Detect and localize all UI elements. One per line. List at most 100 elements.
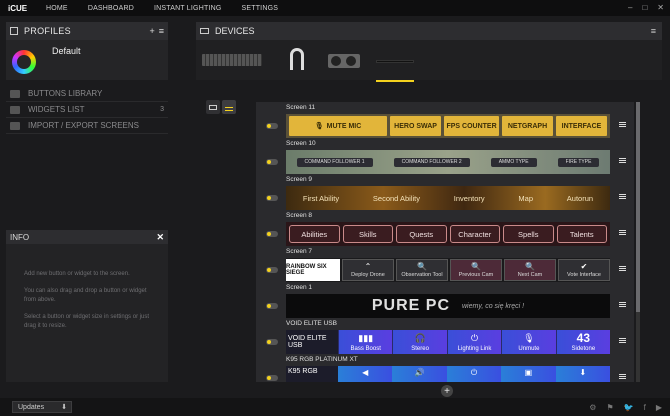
close-icon[interactable]: ✕ — [657, 3, 664, 12]
device-nexus[interactable] — [376, 46, 416, 82]
touch-button[interactable]: Map — [518, 194, 533, 203]
screen-label: Screen 8 — [286, 212, 313, 219]
screen-menu-icon[interactable] — [619, 122, 626, 123]
add-screen-button[interactable]: + — [441, 385, 453, 397]
grid-view-toggle[interactable] — [206, 100, 220, 114]
screen-menu-icon[interactable] — [619, 194, 626, 195]
devices-menu-icon[interactable]: ≡ — [651, 26, 656, 36]
screen-toggle[interactable] — [266, 375, 278, 381]
touch-button[interactable]: HERO SWAP — [390, 116, 442, 136]
volume-down-icon: ◀ — [362, 368, 369, 377]
screen-preview: COMMAND FOLLOWER 1 COMMAND FOLLOWER 2 AM… — [286, 150, 610, 174]
touch-button[interactable]: ▣ — [501, 366, 556, 382]
touch-button[interactable]: 🔊 — [392, 366, 447, 382]
touch-button[interactable]: Abilities — [289, 225, 340, 243]
forum-icon[interactable]: ⚑ — [606, 403, 613, 412]
screen-toggle[interactable] — [266, 303, 278, 309]
touch-button[interactable]: First Ability — [303, 194, 339, 203]
facebook-icon[interactable]: f — [644, 403, 646, 412]
touch-button[interactable]: 🔍 Observation Tool — [396, 259, 448, 281]
touch-button[interactable]: ◀ — [338, 366, 393, 382]
add-profile-icon[interactable]: + — [149, 26, 154, 36]
touch-button[interactable]: INTERFACE — [556, 116, 607, 136]
touch-button[interactable]: FIRE TYPE — [557, 157, 600, 167]
screen-row[interactable]: VOID ELITE USB VOID ELITE USB ▮▮▮ Bass Bo… — [256, 318, 634, 354]
touch-button[interactable]: COMMAND FOLLOWER 1 — [296, 157, 373, 167]
touch-button[interactable]: Character — [449, 225, 500, 243]
touch-button[interactable]: ▮▮▮ Bass Boost — [338, 330, 393, 354]
nav-home[interactable]: HOME — [46, 5, 68, 12]
touch-button[interactable]: ✔ Vote Interface — [558, 259, 610, 281]
screen-menu-icon[interactable] — [619, 338, 626, 339]
profiles-menu-icon[interactable]: ≡ — [159, 26, 164, 36]
touch-button[interactable]: Skills — [342, 225, 393, 243]
youtube-icon[interactable]: ▶ — [656, 403, 662, 412]
touch-button[interactable]: Second Ability — [373, 194, 420, 203]
touch-button[interactable]: 🔍 Previous Cam — [450, 259, 502, 281]
screen-toggle[interactable] — [266, 231, 278, 237]
touch-button[interactable]: 43 Sidetone — [555, 330, 611, 354]
scrollbar-thumb[interactable] — [636, 102, 640, 312]
device-keyboard[interactable] — [202, 46, 264, 74]
screen-menu-icon[interactable] — [619, 230, 626, 231]
touch-button[interactable]: AMMO TYPE — [490, 157, 537, 167]
screen-toggle[interactable] — [266, 123, 278, 129]
widgets-count: 3 — [160, 106, 164, 113]
screen-row[interactable]: Screen 7 RAINBOW SIX SIEGE ⌃ Deploy Drone… — [256, 246, 634, 282]
microphone-icon: 🎙 — [314, 123, 324, 130]
screen-toggle[interactable] — [266, 195, 278, 201]
screen-toggle[interactable] — [266, 267, 278, 273]
touch-button[interactable]: COMMAND FOLLOWER 2 — [393, 157, 470, 167]
screen-menu-icon[interactable] — [619, 302, 626, 303]
screen-label: Screen 1 — [286, 284, 313, 291]
import-export-screens[interactable]: IMPORT / EXPORT SCREENS — [6, 118, 168, 134]
widgets-list[interactable]: WIDGETS LIST 3 — [6, 102, 168, 118]
screen-menu-icon[interactable] — [619, 374, 626, 375]
nav-instant-lighting[interactable]: INSTANT LIGHTING — [154, 5, 222, 12]
touch-button[interactable]: Spells — [503, 225, 554, 243]
profile-item-default[interactable]: Default — [6, 40, 168, 80]
screen-row[interactable]: K95 RGB PLATINUM XT K95 RGB ◀ 🔊 ⏻ ▣ ⬇ — [256, 354, 634, 382]
screens-scrollbar[interactable] — [636, 102, 640, 382]
screen-toggle[interactable] — [266, 159, 278, 165]
touch-button[interactable]: ⌃ Deploy Drone — [342, 259, 394, 281]
touch-button[interactable]: ⬇ — [555, 366, 611, 382]
maximize-icon[interactable]: □ — [642, 3, 647, 12]
nav-dashboard[interactable]: DASHBOARD — [88, 5, 134, 12]
updates-label: Updates — [18, 403, 45, 411]
updates-button[interactable]: Updates ⬇ — [12, 401, 72, 413]
touch-button[interactable]: 🔍 Next Cam — [504, 259, 556, 281]
view-toggles — [206, 100, 236, 114]
touch-button[interactable]: 🎙 MUTE MIC — [289, 116, 388, 136]
screen-row[interactable]: Screen 10 COMMAND FOLLOWER 1 COMMAND FOL… — [256, 138, 634, 174]
info-close-icon[interactable]: ✕ — [156, 232, 164, 243]
screen-row[interactable]: Screen 9 First Ability Second Ability In… — [256, 174, 634, 210]
touch-button[interactable]: NETGRAPH — [502, 116, 553, 136]
list-view-toggle[interactable] — [222, 100, 236, 114]
screen-menu-icon[interactable] — [619, 158, 626, 159]
settings-gear-icon[interactable]: ⚙ — [589, 403, 596, 412]
touch-button[interactable]: 🎙 Unmute — [501, 330, 556, 354]
info-panel: INFO ✕ Add new button or widget to the s… — [6, 230, 168, 382]
minimize-icon[interactable]: – — [628, 3, 632, 12]
touch-button[interactable]: Autorun — [567, 194, 593, 203]
touch-button[interactable]: ⏻ Lighting Link — [446, 330, 502, 354]
screen-row[interactable]: Screen 1 PURE PC wiemy, co się kręci ! — [256, 282, 634, 318]
screen-toggle[interactable] — [266, 339, 278, 345]
touch-button[interactable]: Talents — [556, 225, 607, 243]
nav-settings[interactable]: SETTINGS — [241, 5, 278, 12]
twitter-icon[interactable]: 🐦 — [624, 403, 634, 412]
touch-button[interactable]: 🎧 Stereo — [392, 330, 447, 354]
touch-button[interactable]: FPS COUNTER — [444, 116, 499, 136]
screen-row[interactable]: Screen 8 Abilities Skills Quests Charact… — [256, 210, 634, 246]
buttons-library-icon — [10, 89, 20, 98]
touch-button[interactable]: Quests — [396, 225, 447, 243]
buttons-library-label: BUTTONS LIBRARY — [28, 89, 103, 98]
device-gpu[interactable] — [328, 46, 362, 74]
touch-button[interactable]: Inventory — [454, 194, 485, 203]
screen-row[interactable]: Screen 11 🎙 MUTE MIC HERO SWAP FPS COUNTE… — [256, 102, 634, 138]
buttons-library[interactable]: BUTTONS LIBRARY — [6, 86, 168, 102]
touch-button[interactable]: ⏻ — [446, 366, 502, 382]
device-headset[interactable] — [286, 46, 308, 74]
screen-menu-icon[interactable] — [619, 266, 626, 267]
